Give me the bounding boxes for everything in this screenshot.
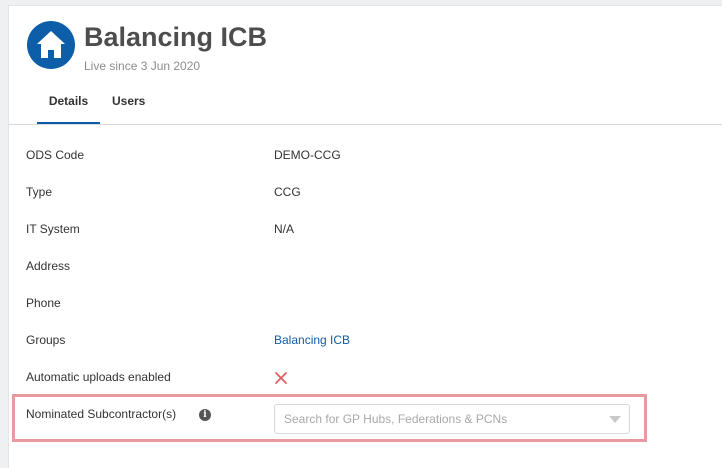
organisation-avatar (27, 21, 75, 69)
chevron-down-icon[interactable] (609, 416, 621, 423)
house-icon (37, 31, 65, 58)
ods-code-value: DEMO-CCG (274, 148, 341, 162)
ods-code-label: ODS Code (26, 148, 85, 162)
it-system-value: N/A (274, 222, 295, 236)
tab-details[interactable]: Details (37, 86, 100, 124)
phone-label: Phone (26, 296, 61, 310)
page-title: Balancing ICB (84, 22, 268, 52)
tab-users[interactable]: Users (112, 86, 145, 124)
automatic-uploads-label: Automatic uploads enabled (26, 370, 171, 384)
groups-label: Groups (26, 333, 66, 347)
groups-link[interactable]: Balancing ICB (274, 333, 350, 347)
tab-bar: Details Users (9, 86, 722, 125)
type-value: CCG (274, 185, 301, 199)
live-since-text: Live since 3 Jun 2020 (84, 59, 201, 73)
it-system-label: IT System (26, 222, 80, 236)
info-icon[interactable]: i (199, 409, 211, 421)
subcontractor-search-select[interactable] (274, 404, 630, 434)
subcontractor-search-input[interactable] (275, 405, 595, 433)
organisation-card: Balancing ICB Live since 3 Jun 2020 Deta… (8, 5, 722, 468)
address-label: Address (26, 259, 71, 273)
type-label: Type (26, 185, 53, 199)
nominated-subcontractors-label: Nominated Subcontractor(s) (26, 407, 177, 421)
cross-icon (275, 372, 287, 384)
